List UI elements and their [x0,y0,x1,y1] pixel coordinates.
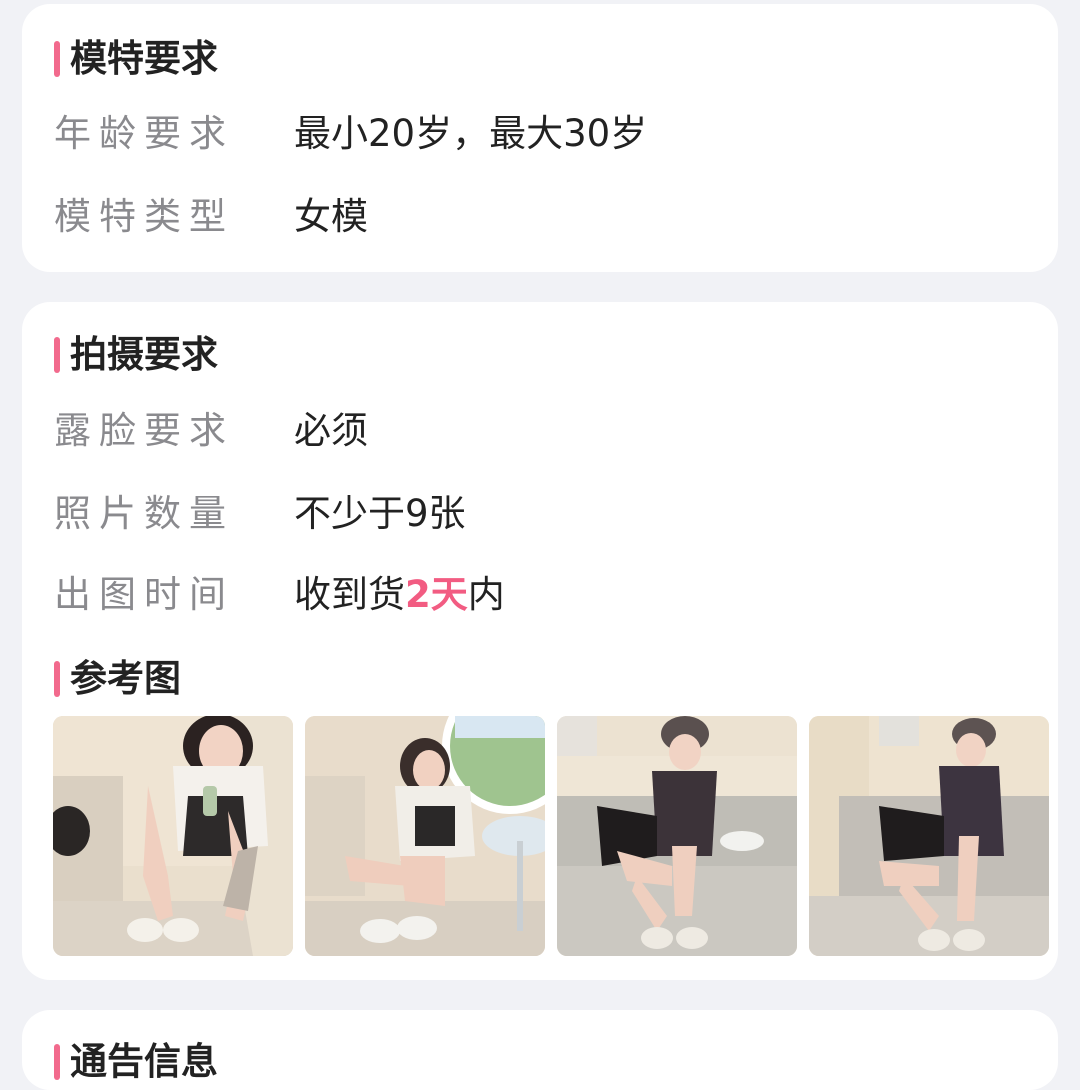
face-label: 露脸要求 [54,409,234,452]
accent-bar [54,337,60,373]
announcement-info-card: 通告信息 [22,1010,1058,1090]
photo-count-label: 照片数量 [54,492,234,535]
section-title-announcement: 通告信息 [54,1040,218,1084]
accent-bar [54,661,60,697]
age-value: 最小20岁，最大30岁 [294,112,648,155]
shooting-requirements-card: 拍摄要求 露脸要求 必须 照片数量 不少于9张 出图时间 收到货2天内 参考图 [22,302,1058,980]
accent-bar [54,1044,60,1080]
model-requirements-card: 模特要求 年龄要求 最小20岁，最大30岁 模特类型 女模 [22,4,1058,272]
age-label: 年龄要求 [54,112,234,155]
model-type-value: 女模 [294,195,368,238]
section-title-reference: 参考图 [54,657,181,701]
reference-photo-2[interactable] [305,716,545,956]
reference-photo-3[interactable] [557,716,797,956]
reference-photo-4[interactable] [809,716,1049,956]
reference-images [53,716,1049,956]
accent-bar [54,41,60,77]
reference-photo-1[interactable] [53,716,293,956]
section-title-model: 模特要求 [54,37,218,81]
photo-count-value: 不少于9张 [294,492,466,535]
delivery-time-label: 出图时间 [54,573,234,616]
section-title-shooting: 拍摄要求 [54,333,218,377]
delivery-time-value: 收到货2天内 [294,573,505,616]
face-value: 必须 [294,409,368,452]
delivery-days-highlight: 2天 [405,573,468,616]
model-type-label: 模特类型 [54,195,234,238]
